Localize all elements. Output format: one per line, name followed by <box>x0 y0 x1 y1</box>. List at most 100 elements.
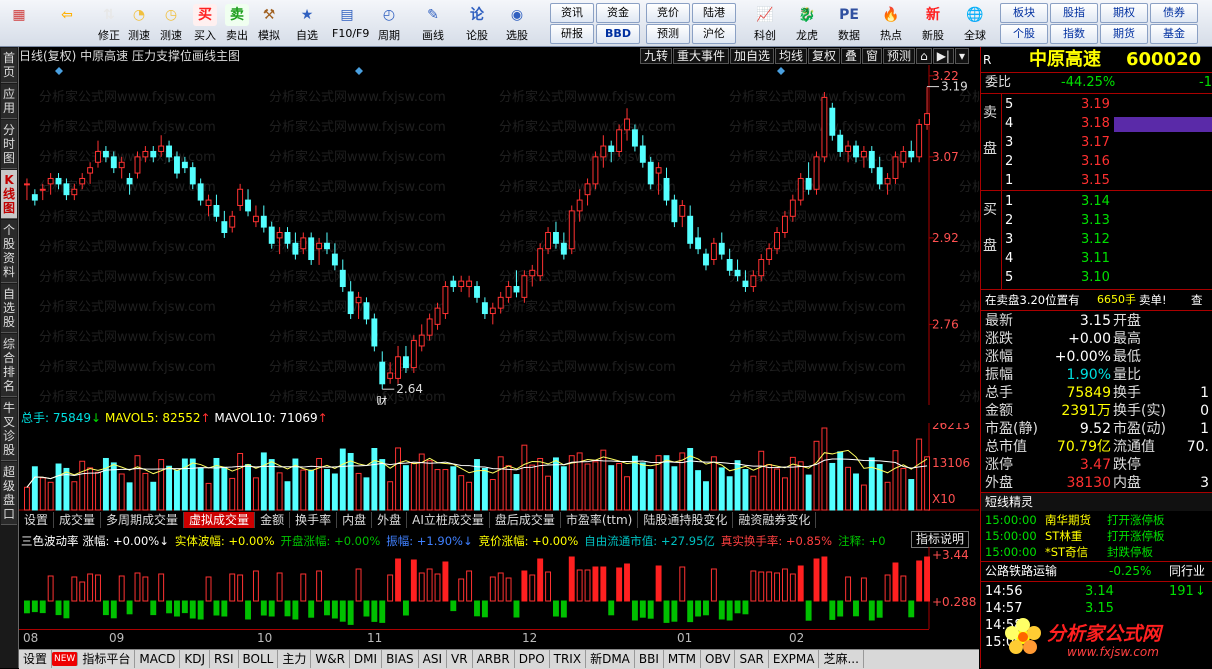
sector-row[interactable]: 公路铁路运输 -0.25% 同行业 <box>981 562 1212 580</box>
toolbar-link-4[interactable]: 研报 <box>550 24 594 44</box>
indicator-tab-5[interactable]: RSI <box>210 650 239 668</box>
left-tab-3[interactable]: K线图 <box>1 170 17 219</box>
indicator-tab-19[interactable]: OBV <box>701 650 736 668</box>
toolbar-big-button-1[interactable]: 🐉 龙虎 <box>788 1 826 45</box>
volume-tab-12[interactable]: 融资融券变化 <box>733 512 817 528</box>
volume-tab-7[interactable]: 外盘 <box>372 512 408 528</box>
toolbar-market-4[interactable]: 个股 <box>1000 24 1048 44</box>
chart-tool-0[interactable]: 九转 <box>639 48 672 64</box>
toolbar-big-button-5[interactable]: 🌐 全球 <box>956 1 994 45</box>
toolbar-button-11[interactable]: ✎ 画线 <box>418 1 448 45</box>
volume-tab-1[interactable]: 成交量 <box>54 512 102 528</box>
toolbar-link-1[interactable]: 资金 <box>596 3 640 23</box>
ask-row[interactable]: 2 3.16 <box>981 153 1212 171</box>
event-diamond-icon[interactable] <box>777 67 785 75</box>
left-tab-7[interactable]: 牛叉诊股 <box>1 398 17 461</box>
spirit-row[interactable]: 15:00:00 ST林重 打开涨停板 <box>981 528 1212 544</box>
left-tab-2[interactable]: 分时图 <box>1 120 17 169</box>
toolbar-market-5[interactable]: 指数 <box>1050 24 1098 44</box>
indicator-tab-14[interactable]: DPO <box>515 650 550 668</box>
left-tab-5[interactable]: 自选股 <box>1 284 17 333</box>
toolbar-button-2[interactable]: ⇅ 修正 <box>94 1 124 45</box>
left-tab-0[interactable]: 首页 <box>1 48 17 83</box>
ask-row[interactable]: 1 3.15 <box>981 172 1212 190</box>
indicator-tab-8[interactable]: W&R <box>311 650 350 668</box>
toolbar-link-2[interactable]: 竞价 <box>646 3 690 23</box>
toolbar-button-7[interactable]: ⚒ 模拟 <box>254 1 284 45</box>
toolbar-button-4[interactable]: ◷ 测速 <box>156 1 186 45</box>
volume-tab-6[interactable]: 内盘 <box>337 512 373 528</box>
chart-tool-2[interactable]: 加自选 <box>729 48 774 64</box>
indicator-tab-6[interactable]: BOLL <box>239 650 279 668</box>
alert-link[interactable]: 查 <box>1191 291 1203 309</box>
chart-tool-10[interactable]: ▾ <box>954 48 969 64</box>
toolbar-button-13[interactable]: ◉ 选股 <box>502 1 532 45</box>
toolbar-link-6[interactable]: 预测 <box>646 24 690 44</box>
chart-tool-3[interactable]: 均线 <box>774 48 807 64</box>
indicator-help-button[interactable]: 指标说明 <box>910 531 969 548</box>
ask-row[interactable]: 3 3.17 <box>981 134 1212 152</box>
toolbar-market-3[interactable]: 债券 <box>1150 3 1198 23</box>
toolbar-big-button-0[interactable]: 📈 科创 <box>746 1 784 45</box>
toolbar-button-12[interactable]: 论论股 <box>462 1 492 45</box>
toolbar-market-1[interactable]: 股指 <box>1050 3 1098 23</box>
chart-tool-1[interactable]: 重大事件 <box>672 48 729 64</box>
toolbar-link-5[interactable]: BBD <box>596 24 640 44</box>
toolbar-link-7[interactable]: 沪伦 <box>692 24 736 44</box>
toolbar-link-0[interactable]: 资讯 <box>550 3 594 23</box>
chart-tool-4[interactable]: 复权 <box>808 48 841 64</box>
volume-tab-5[interactable]: 换手率 <box>290 512 338 528</box>
sector-link[interactable]: 同行业 <box>1169 562 1205 580</box>
toolbar-button-0[interactable]: ▦ <box>4 1 34 45</box>
left-tab-1[interactable]: 应用 <box>1 84 17 119</box>
event-diamond-icon[interactable] <box>55 67 63 75</box>
event-marker[interactable]: 财 <box>376 394 387 405</box>
volume-tab-3[interactable]: 虚拟成交量 <box>184 512 256 528</box>
indicator-tab-22[interactable]: 芝麻... <box>819 650 864 668</box>
toolbar-button-5[interactable]: 买买入 <box>190 1 220 45</box>
indicator-tab-13[interactable]: ARBR <box>473 650 515 668</box>
chart-tool-8[interactable]: ⌂ <box>916 48 932 64</box>
toolbar-button-9[interactable]: ▤ F10/F9 <box>332 1 369 45</box>
spirit-row[interactable]: 15:00:00 *ST奇信 封跌停板 <box>981 544 1212 560</box>
indicator-tab-10[interactable]: BIAS <box>382 650 419 668</box>
toolbar-big-button-2[interactable]: PE 数据 <box>830 1 868 45</box>
bid-row[interactable]: 4 3.11 <box>981 250 1212 268</box>
volume-tab-9[interactable]: 盘后成交量 <box>489 512 561 528</box>
volume-tab-0[interactable]: 设置 <box>19 512 55 528</box>
volume-tab-11[interactable]: 陆股通持股变化 <box>638 512 734 528</box>
chart-tool-5[interactable]: 叠 <box>841 48 862 64</box>
toolbar-market-2[interactable]: 期权 <box>1100 3 1148 23</box>
volume-tab-2[interactable]: 多周期成交量 <box>101 512 185 528</box>
toolbar-button-1[interactable]: ⇦ <box>52 1 82 45</box>
volume-tab-4[interactable]: 金额 <box>255 512 291 528</box>
chart-tool-6[interactable]: 窗 <box>862 48 883 64</box>
chart-tool-9[interactable]: ▶| <box>932 48 954 64</box>
toolbar-market-6[interactable]: 期货 <box>1100 24 1148 44</box>
ask-row[interactable]: 5 3.19 <box>981 96 1212 114</box>
event-diamond-icon[interactable] <box>355 67 363 75</box>
indicator-tab-12[interactable]: VR <box>447 650 473 668</box>
chart-tool-7[interactable]: 预测 <box>883 48 916 64</box>
indicator-tab-9[interactable]: DMI <box>350 650 383 668</box>
indicator-tab-4[interactable]: KDJ <box>180 650 210 668</box>
indicator-chart[interactable]: +3.44 +0.288 <box>19 547 979 629</box>
ask-row[interactable]: 4 3.18 <box>981 115 1212 133</box>
indicator-tab-18[interactable]: MTM <box>664 650 701 668</box>
indicator-tab-15[interactable]: TRIX <box>550 650 587 668</box>
toolbar-market-7[interactable]: 基金 <box>1150 24 1198 44</box>
spirit-row[interactable]: 15:00:00 南华期货 打开涨停板 <box>981 512 1212 528</box>
volume-chart[interactable]: 26213 13106 X10 <box>19 423 979 511</box>
alert-row[interactable]: 在卖盘3.20位置有 6650手 卖单! 查 <box>981 291 1212 309</box>
toolbar-market-0[interactable]: 板块 <box>1000 3 1048 23</box>
bid-row[interactable]: 3 3.12 <box>981 231 1212 249</box>
toolbar-link-3[interactable]: 陆港 <box>692 3 736 23</box>
indicator-tab-16[interactable]: 新DMA <box>586 650 635 668</box>
volume-tab-8[interactable]: AI立桩成交量 <box>407 512 490 528</box>
indicator-tab-2[interactable]: 指标平台 <box>78 650 136 668</box>
indicator-tab-17[interactable]: BBI <box>635 650 664 668</box>
indicator-tab-11[interactable]: ASI <box>419 650 448 668</box>
bid-row[interactable]: 2 3.13 <box>981 212 1212 230</box>
indicator-tab-1[interactable]: NEW <box>52 652 79 666</box>
toolbar-button-8[interactable]: ★ 自选 <box>292 1 322 45</box>
